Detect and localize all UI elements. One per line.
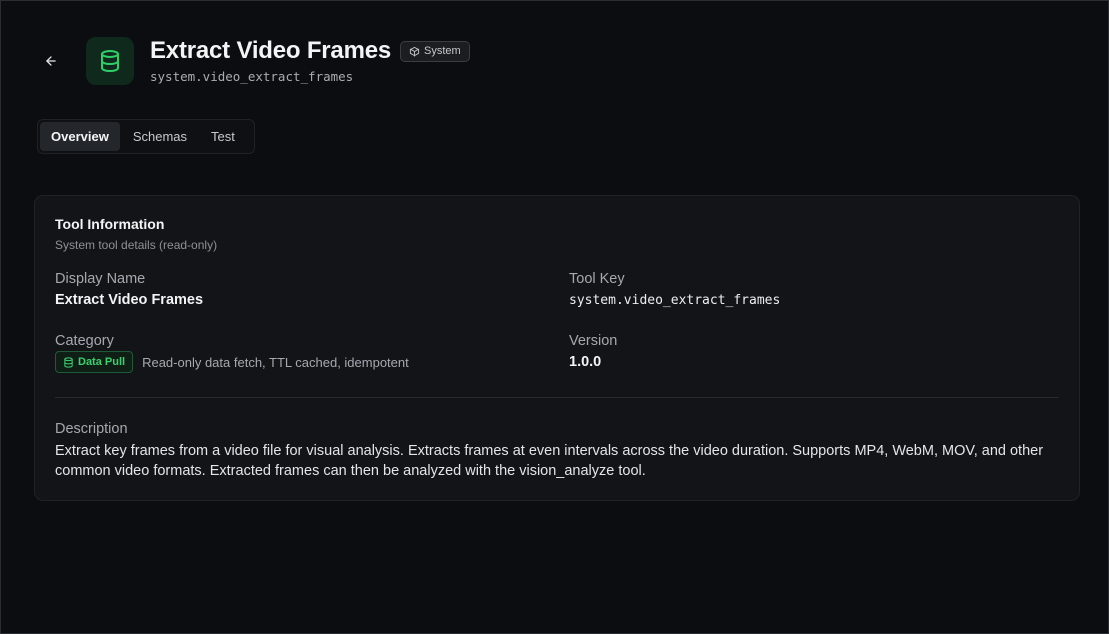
description-label: Description: [55, 421, 128, 437]
category-badge-label: Data Pull: [78, 356, 126, 368]
category-label: Category: [55, 333, 114, 349]
tab-bar: Overview Schemas Test: [37, 119, 255, 154]
system-badge-label: System: [424, 45, 461, 57]
display-name-label: Display Name: [55, 271, 146, 287]
arrow-left-icon: [46, 56, 56, 66]
tool-key-label: Tool Key: [569, 271, 625, 287]
database-icon: [64, 356, 73, 368]
card-subtitle: System tool details (read-only): [55, 238, 218, 252]
version-value: 1.0.0: [569, 354, 602, 370]
category-badge: Data Pull: [55, 351, 134, 373]
tab-test[interactable]: Test: [200, 122, 246, 151]
tab-schemas[interactable]: Schemas: [122, 122, 198, 151]
description-value: Extract key frames from a video file for…: [55, 443, 1044, 479]
page-title: Extract Video Frames: [150, 37, 392, 64]
package-icon: [409, 46, 420, 57]
tool-key-subtitle: system.video_extract_frames: [150, 69, 354, 84]
title-row: Extract Video Frames System: [150, 37, 470, 65]
tab-overview[interactable]: Overview: [40, 122, 120, 151]
tool-avatar: [86, 37, 134, 85]
card-title: Tool Information: [55, 216, 165, 232]
database-icon: [101, 50, 119, 72]
system-badge: System: [400, 40, 470, 62]
divider: [55, 397, 1059, 398]
category-row: Data Pull Read-only data fetch, TTL cach…: [55, 351, 409, 373]
back-button[interactable]: [41, 51, 61, 71]
version-label: Version: [569, 333, 618, 349]
tool-information-card: Tool Information System tool details (re…: [34, 195, 1080, 501]
display-name-value: Extract Video Frames: [55, 292, 204, 308]
category-description: Read-only data fetch, TTL cached, idempo…: [142, 354, 409, 370]
tool-key-value: system.video_extract_frames: [569, 293, 781, 308]
